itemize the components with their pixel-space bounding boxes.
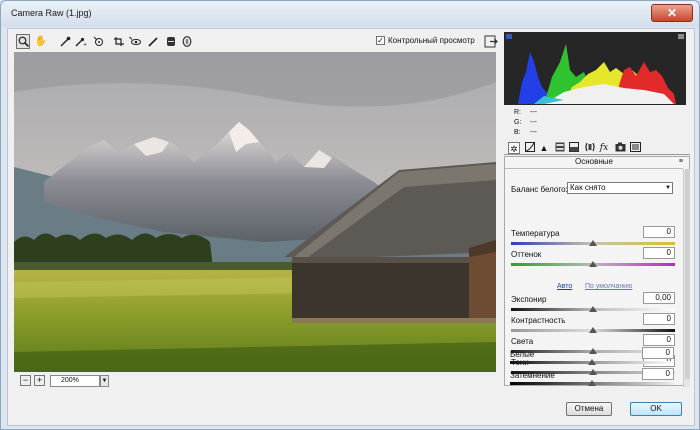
crop-tool-icon[interactable] — [112, 34, 126, 49]
g-label: G: — [514, 119, 522, 126]
tool-bar: ✋ + ✓ Контрольный просмотр — [14, 32, 504, 52]
auto-link[interactable]: Авто — [557, 283, 572, 290]
lens-corrections-tab-icon[interactable] — [584, 142, 596, 154]
temperature-label: Температура — [511, 229, 560, 238]
temperature-value[interactable]: 0 — [643, 226, 675, 238]
radial-filter-icon[interactable] — [180, 34, 194, 49]
whites-value[interactable]: 0 — [642, 347, 674, 359]
zoom-in-button[interactable]: + — [34, 375, 45, 386]
ok-button[interactable]: OK — [630, 402, 682, 416]
preview-checkbox[interactable]: ✓ — [376, 36, 385, 45]
panel-tabs: ✲ ▲ fx — [504, 141, 690, 155]
exposure-label: Экспонир — [511, 295, 547, 304]
zoom-tool-icon[interactable] — [16, 34, 30, 49]
hsl-tab-icon[interactable] — [554, 142, 566, 154]
exposure-value[interactable]: 0,00 — [643, 292, 675, 304]
white-balance-tool-icon[interactable] — [58, 34, 72, 49]
contrast-thumb[interactable] — [589, 327, 597, 333]
zoom-bar: − + 200% ▼ — [14, 374, 496, 388]
zoom-level-select[interactable]: 200% — [50, 375, 100, 387]
tone-curve-tab-icon[interactable] — [524, 142, 536, 154]
temperature-thumb[interactable] — [589, 240, 597, 246]
hand-tool-icon[interactable]: ✋ — [34, 34, 48, 49]
white-balance-label: Баланс белого: — [511, 185, 568, 194]
tint-thumb[interactable] — [589, 261, 597, 267]
r-label: R: — [514, 109, 521, 116]
rgb-readout: R: --- G: --- B: --- — [504, 107, 686, 139]
whites-label: Белые — [510, 350, 535, 359]
chevron-down-icon: ▼ — [665, 185, 671, 191]
tint-label: Оттенок — [511, 250, 542, 259]
red-eye-tool-icon[interactable] — [128, 34, 142, 49]
camera-calibration-tab-icon[interactable] — [614, 142, 626, 154]
image-preview[interactable] — [14, 52, 496, 372]
effects-tab-icon[interactable]: fx — [598, 142, 610, 154]
preview-label: Контрольный просмотр — [388, 36, 475, 45]
basic-tab-icon[interactable]: ✲ — [508, 142, 520, 154]
panel-scrollbar-thumb[interactable] — [685, 169, 690, 379]
close-button[interactable]: ✕ — [651, 4, 693, 22]
b-label: B: — [514, 129, 521, 136]
white-balance-select[interactable]: Как снято ▼ — [567, 182, 673, 194]
tint-value[interactable]: 0 — [643, 247, 675, 259]
b-value: --- — [530, 129, 537, 136]
cancel-button[interactable]: Отмена — [566, 402, 612, 416]
adjustment-brush-icon[interactable] — [146, 34, 160, 49]
zoom-dropdown-arrow-icon[interactable]: ▼ — [100, 375, 109, 387]
detail-tab-icon[interactable]: ▲ — [538, 142, 550, 154]
r-value: --- — [530, 109, 537, 116]
svg-text:+: + — [83, 42, 87, 47]
targeted-adjustment-tool-icon[interactable] — [92, 34, 106, 49]
default-link[interactable]: По умолчанию — [585, 283, 632, 290]
dialog-body: ✋ + ✓ Контрольный просмотр − + 200% ▼ R:… — [7, 28, 695, 426]
panel-menu-icon[interactable]: ≡ — [679, 158, 683, 165]
camera-raw-window: Camera Raw (1.jpg) ✕ ✋ + ✓ Контрольный п… — [0, 0, 700, 430]
blacks-label: Затемнение — [510, 371, 555, 380]
landscape-photo — [14, 52, 496, 372]
contrast-value[interactable]: 0 — [643, 313, 675, 325]
title-bar: Camera Raw (1.jpg) ✕ — [1, 1, 699, 27]
window-title: Camera Raw (1.jpg) — [11, 8, 92, 18]
presets-tab-icon[interactable] — [629, 142, 641, 154]
white-balance-value: Как снято — [570, 183, 606, 192]
fullscreen-toggle-icon[interactable] — [484, 34, 499, 49]
histogram — [504, 32, 686, 105]
graduated-filter-icon[interactable] — [164, 34, 178, 49]
contrast-label: Контрастность — [511, 316, 566, 325]
color-sampler-tool-icon[interactable]: + — [74, 34, 88, 49]
highlights-label: Света — [511, 337, 534, 346]
panel-scrollbar[interactable] — [683, 169, 690, 387]
highlights-thumb[interactable] — [589, 348, 597, 354]
g-value: --- — [530, 119, 537, 126]
blacks-thumb[interactable] — [588, 380, 596, 386]
preview-toggle[interactable]: ✓ Контрольный просмотр — [376, 36, 475, 45]
exposure-thumb[interactable] — [589, 306, 597, 312]
whites-thumb[interactable] — [588, 359, 596, 365]
zoom-out-button[interactable]: − — [20, 375, 31, 386]
split-toning-tab-icon[interactable] — [568, 142, 580, 154]
panel-title: Основные — [505, 157, 683, 169]
blacks-value[interactable]: 0 — [642, 368, 674, 380]
highlights-value[interactable]: 0 — [643, 334, 675, 346]
